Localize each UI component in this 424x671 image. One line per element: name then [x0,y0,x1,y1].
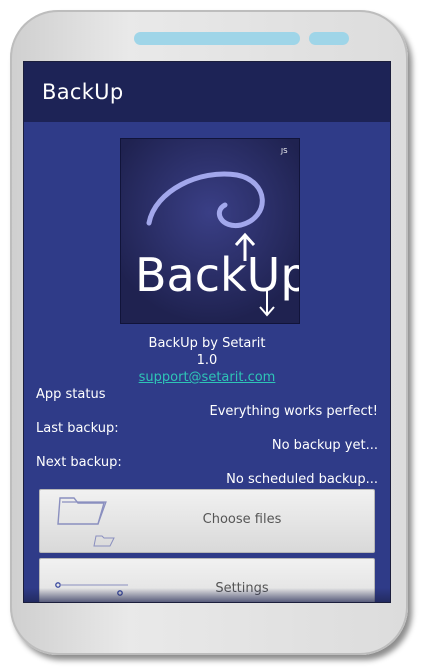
app-version: 1.0 [196,353,218,368]
screen-bottom-shadow [24,588,390,602]
logo-badge: JS [280,147,288,155]
last-backup-label: Last backup: [36,421,119,436]
app-title: BackUp [42,80,124,104]
phone-camera [309,32,349,45]
logo-text: BackUp [135,248,299,302]
status-label: App status [36,387,106,402]
support-email-link[interactable]: support@setarit.com [139,370,276,385]
phone-speaker [134,32,300,45]
app-name: BackUp by Setarit [148,336,266,351]
app-bar: BackUp [24,62,390,122]
next-backup-label: Next backup: [36,455,122,470]
status-value: Everything works perfect! [209,404,378,419]
next-backup-value: No scheduled backup... [226,472,378,487]
app-screen: BackUp JS BackUp BackUp by Setarit 1.0 s… [23,61,391,603]
choose-files-button[interactable]: Choose files [39,489,375,553]
last-backup-value: No backup yet... [271,438,378,453]
app-logo: JS BackUp [120,138,300,324]
choose-files-label: Choose files [202,512,282,527]
